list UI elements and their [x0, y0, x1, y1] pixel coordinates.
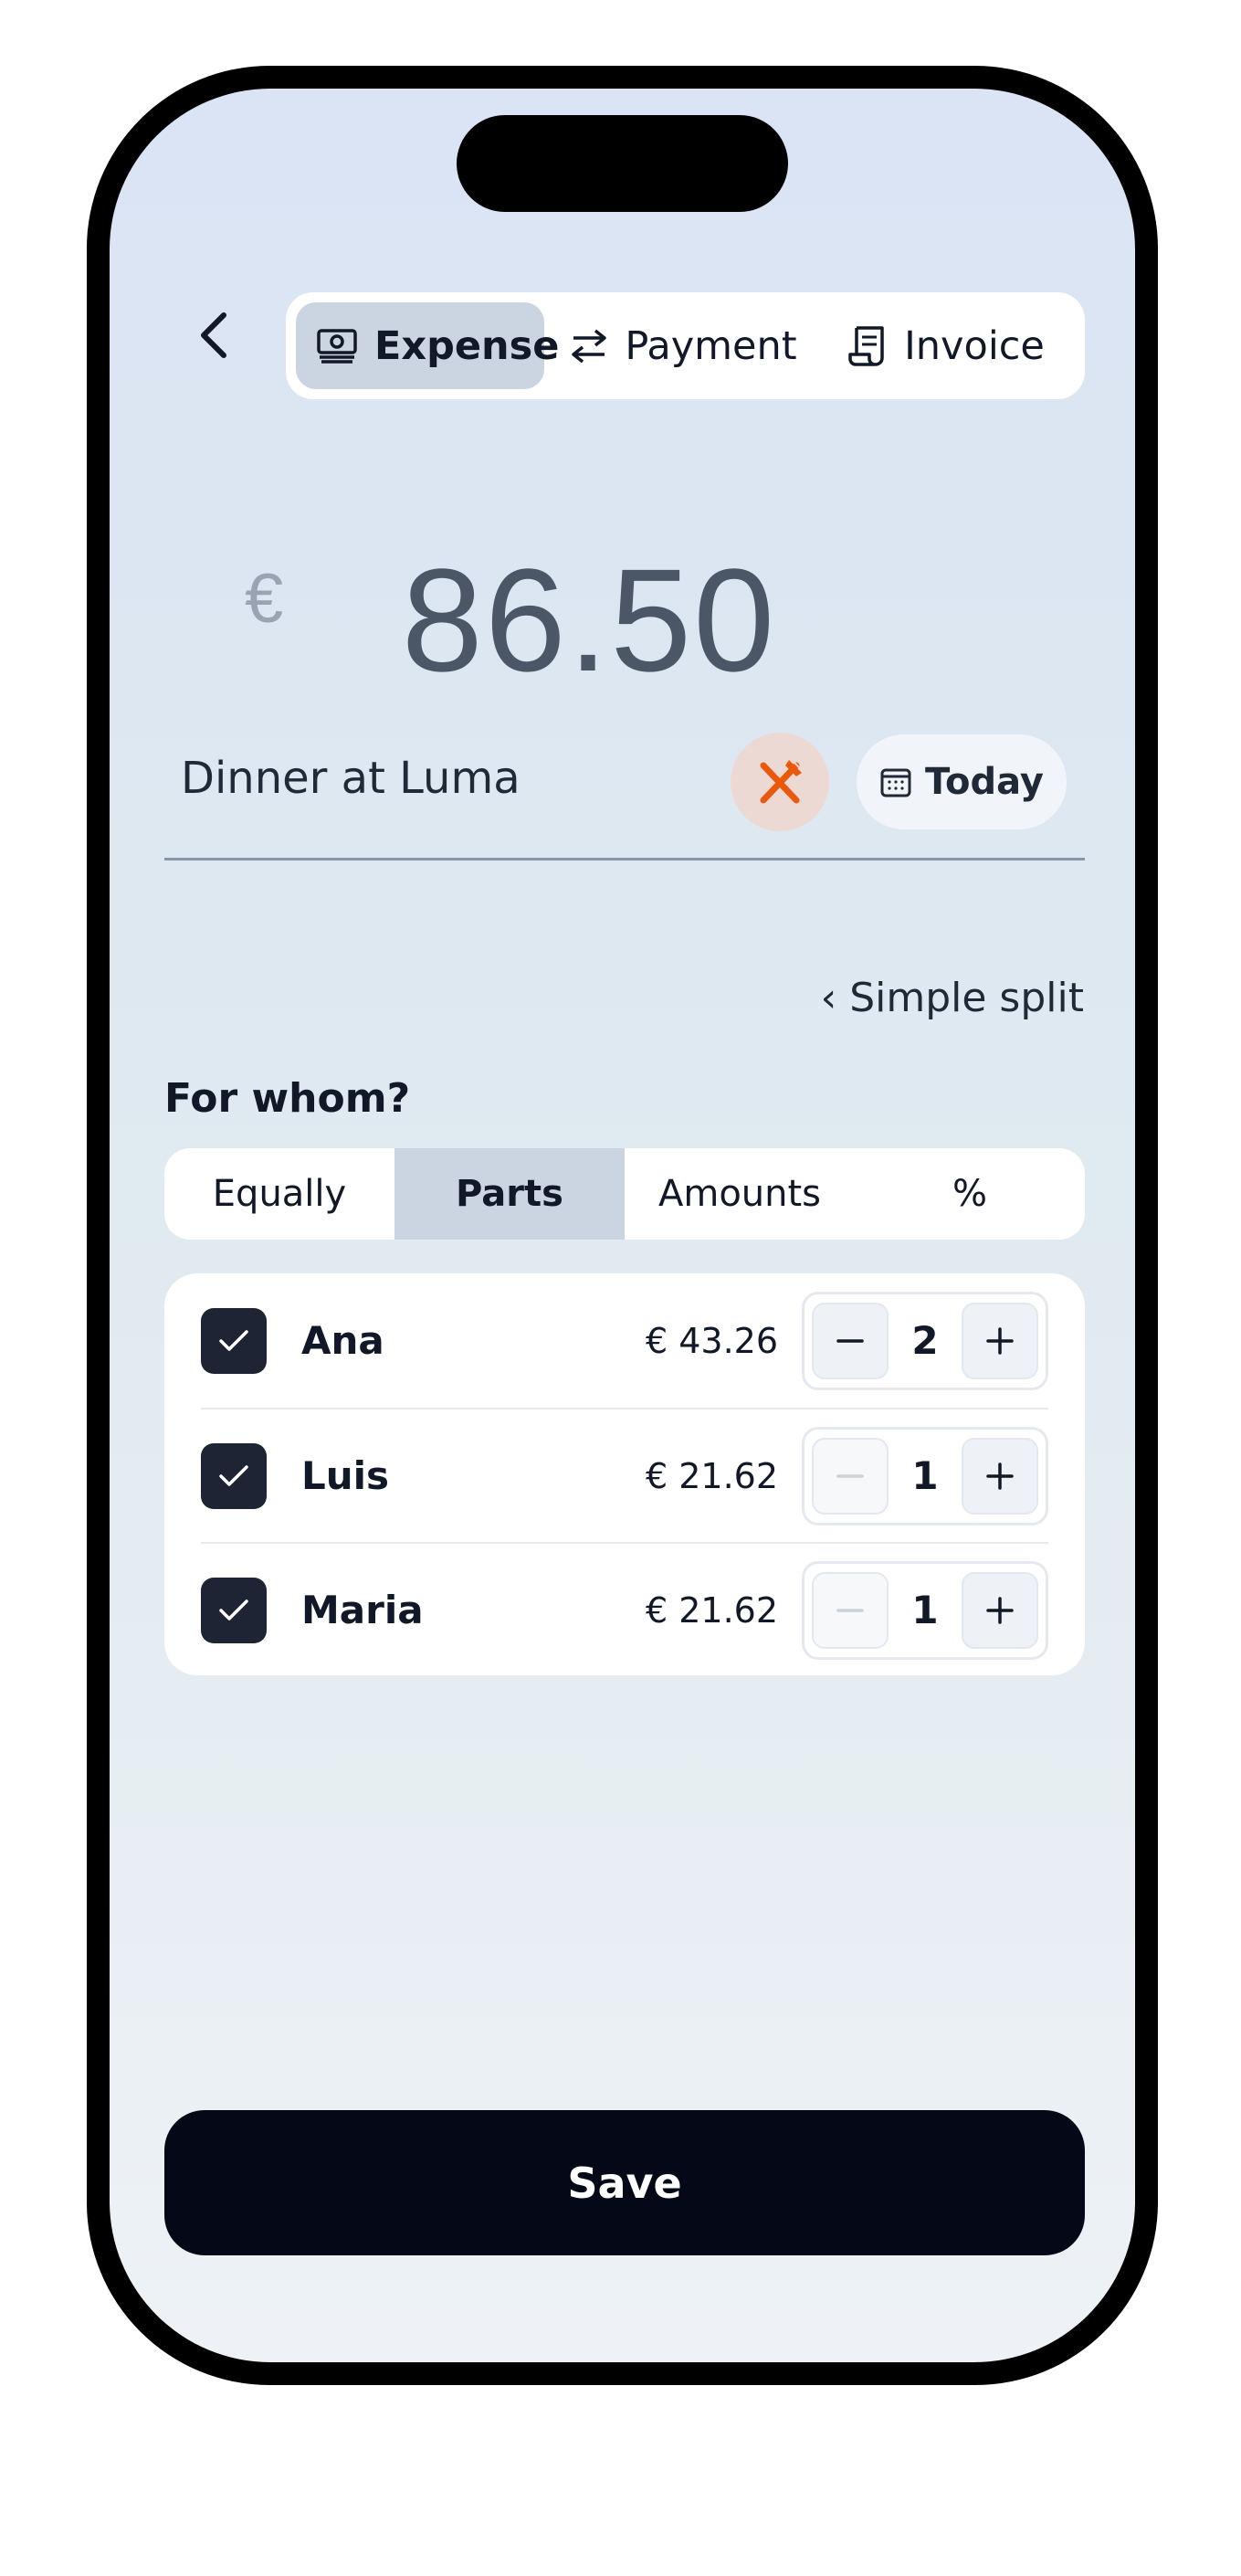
- tab-parts[interactable]: Parts: [394, 1148, 625, 1240]
- tab-expense[interactable]: Expense: [296, 302, 559, 389]
- date-label: Today: [925, 761, 1044, 803]
- participant-checkbox[interactable]: [201, 1442, 267, 1509]
- list-item: Luis € 21.62 1: [201, 1408, 1048, 1542]
- description-row: Dinner at Luma Today: [164, 733, 1085, 860]
- parts-stepper: 1: [802, 1560, 1048, 1660]
- fork-knife-icon: [760, 758, 804, 804]
- for-whom-heading: For whom?: [164, 1075, 411, 1122]
- list-item: Maria € 21.62 1: [201, 1542, 1048, 1676]
- minus-icon: [836, 1608, 864, 1612]
- simple-split-link[interactable]: ‹ Simple split: [821, 975, 1084, 1021]
- parts-value: 2: [911, 1318, 939, 1363]
- calendar-icon: [880, 768, 911, 797]
- participant-amount: € 21.62: [645, 1589, 778, 1631]
- tab-invoice[interactable]: Invoice: [823, 302, 1069, 389]
- increment-button[interactable]: [961, 1302, 1038, 1379]
- currency-symbol[interactable]: €: [245, 559, 283, 639]
- transaction-type-tabs: Expense Payment Invoice: [286, 292, 1085, 399]
- list-item: Ana € 43.26 2: [201, 1273, 1048, 1408]
- check-icon: [219, 1599, 248, 1621]
- receipt-icon: [848, 325, 884, 366]
- chevron-left-icon: [201, 312, 226, 358]
- date-button[interactable]: Today: [857, 734, 1067, 829]
- increment-button[interactable]: [961, 1571, 1038, 1649]
- save-button[interactable]: Save: [164, 2110, 1085, 2255]
- participant-checkbox[interactable]: [201, 1577, 267, 1643]
- dynamic-island: [457, 115, 788, 212]
- tab-amounts[interactable]: Amounts: [625, 1148, 855, 1240]
- parts-stepper: 2: [802, 1291, 1048, 1390]
- participant-checkbox[interactable]: [201, 1307, 267, 1374]
- tab-percent[interactable]: %: [855, 1148, 1085, 1240]
- tab-payment-label: Payment: [625, 322, 797, 369]
- split-mode-tabs: Equally Parts Amounts %: [164, 1148, 1085, 1240]
- minus-icon: [836, 1338, 864, 1343]
- tab-payment[interactable]: Payment: [544, 302, 823, 389]
- participant-amount: € 21.62: [645, 1455, 778, 1496]
- tab-expense-label: Expense: [374, 322, 560, 369]
- plus-icon: [986, 1596, 1014, 1624]
- increment-button[interactable]: [961, 1437, 1038, 1515]
- back-button[interactable]: [187, 308, 242, 363]
- tab-invoice-label: Invoice: [904, 322, 1045, 369]
- decrement-button[interactable]: [812, 1437, 889, 1515]
- arrows-exchange-icon: [572, 329, 607, 363]
- participant-name: Luis: [301, 1453, 390, 1498]
- parts-value: 1: [911, 1588, 939, 1632]
- tab-equally[interactable]: Equally: [164, 1148, 394, 1240]
- plus-icon: [986, 1326, 1014, 1355]
- parts-value: 1: [911, 1453, 939, 1498]
- participant-amount: € 43.26: [645, 1320, 778, 1361]
- minus-icon: [836, 1473, 864, 1478]
- app-screen: Expense Payment Invoice € 86.50 Dinner a…: [110, 89, 1135, 2362]
- category-button[interactable]: [731, 733, 829, 831]
- decrement-button[interactable]: [812, 1571, 889, 1649]
- decrement-button[interactable]: [812, 1302, 889, 1379]
- participant-name: Maria: [301, 1588, 424, 1632]
- participant-name: Ana: [301, 1318, 384, 1363]
- participants-list: Ana € 43.26 2 Luis € 21.62 1 Maria € 21.…: [164, 1273, 1085, 1675]
- phone-frame: Expense Payment Invoice € 86.50 Dinner a…: [87, 66, 1158, 2385]
- description-input[interactable]: Dinner at Luma: [181, 753, 521, 804]
- check-icon: [219, 1329, 248, 1351]
- check-icon: [219, 1464, 248, 1486]
- amount-input[interactable]: 86.50: [338, 536, 840, 704]
- parts-stepper: 1: [802, 1426, 1048, 1526]
- banknote-icon: [317, 328, 357, 364]
- plus-icon: [986, 1462, 1014, 1490]
